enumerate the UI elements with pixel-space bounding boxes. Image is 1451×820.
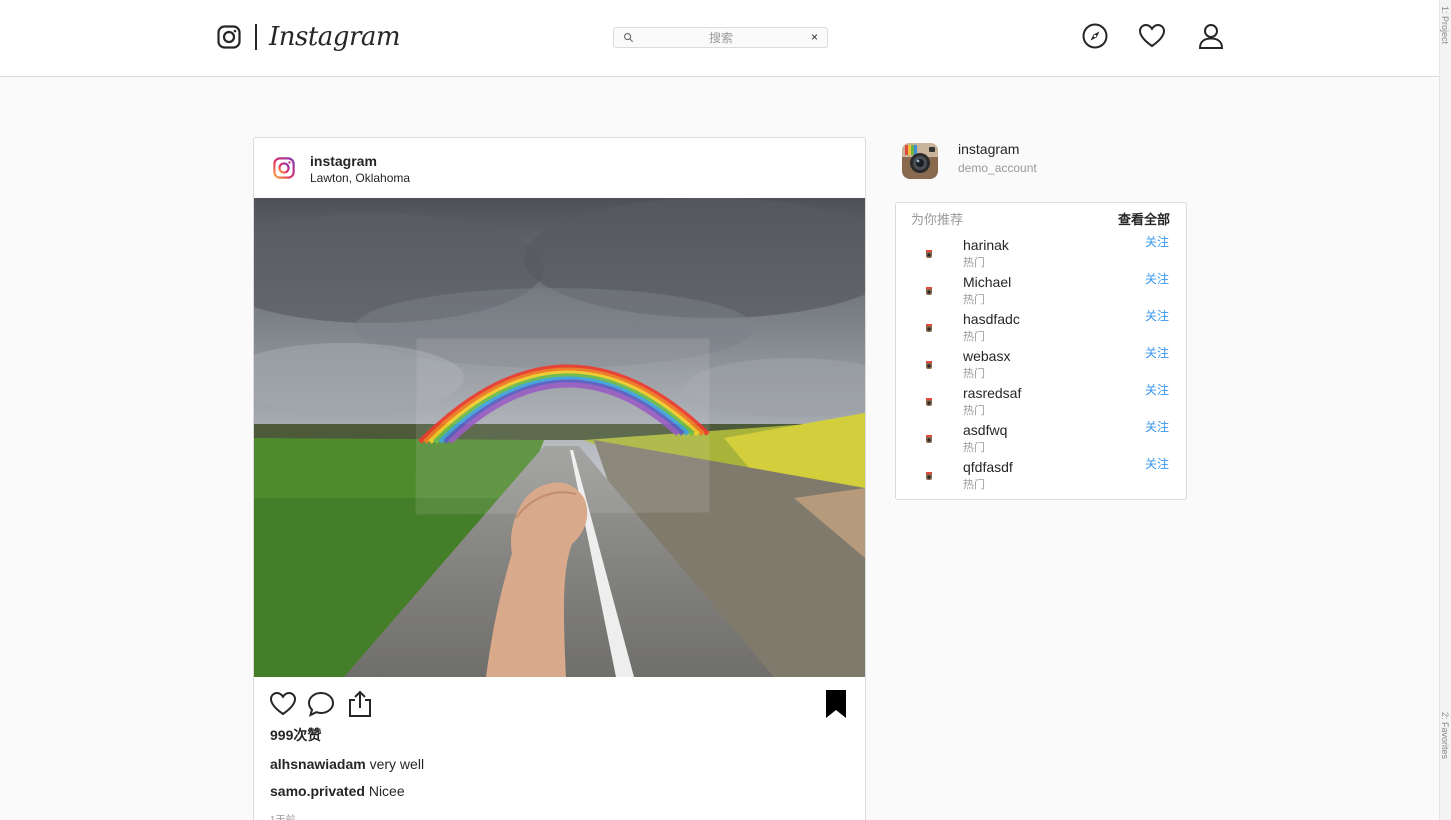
rainbow-road-photo (254, 198, 865, 677)
like-count[interactable]: 999次赞 (270, 725, 321, 745)
suggestion-username[interactable]: asdfwq (963, 422, 1007, 438)
profile-avatar-icon[interactable] (900, 141, 940, 181)
comment-icon[interactable] (307, 690, 335, 718)
suggestion-subtitle: 热门 (963, 479, 985, 491)
post-header: instagram Lawton, Oklahoma (254, 138, 865, 198)
user-icon[interactable] (1197, 22, 1225, 50)
suggestion-avatar-icon[interactable] (922, 247, 936, 261)
suggestion-username[interactable]: webasx (963, 348, 1010, 364)
ide-tab-favorites[interactable]: 2: Favorites (1440, 712, 1450, 759)
follow-button[interactable]: 关注 (1145, 455, 1169, 472)
follow-button[interactable]: 关注 (1145, 381, 1169, 398)
logo-divider (255, 24, 257, 50)
suggestion-subtitle: 热门 (963, 368, 985, 380)
comment-text: very well (369, 756, 425, 772)
follow-button[interactable]: 关注 (1145, 418, 1169, 435)
top-nav-bar: Instagram × (0, 0, 1451, 77)
suggestion-subtitle: 热门 (963, 294, 985, 306)
profile-name[interactable]: instagram (958, 141, 1019, 157)
follow-button[interactable]: 关注 (1145, 344, 1169, 361)
suggestion-avatar-icon[interactable] (922, 469, 936, 483)
follow-button[interactable]: 关注 (1145, 270, 1169, 287)
logo[interactable]: Instagram (217, 22, 401, 52)
search-clear-icon[interactable]: × (811, 30, 818, 45)
post-card: instagram Lawton, Oklahoma 999次赞 alhsnaw… (253, 137, 866, 820)
post-username[interactable]: instagram (310, 153, 377, 169)
suggestion-subtitle: 热门 (963, 257, 985, 269)
suggestion-username[interactable]: Michael (963, 274, 1011, 290)
search-icon (624, 33, 634, 43)
profile-handle: demo_account (958, 161, 1037, 175)
suggestion-row: hasdfadc 热门 关注 (896, 309, 1186, 348)
suggestion-subtitle: 热门 (963, 331, 985, 343)
suggestion-username[interactable]: hasdfadc (963, 311, 1020, 327)
instagram-camera-icon (217, 25, 241, 49)
suggestions-title: 为你推荐 (911, 212, 964, 227)
comment-text: Nicee (368, 783, 405, 799)
search-input[interactable] (636, 29, 806, 46)
suggestion-subtitle: 热门 (963, 405, 985, 417)
suggestion-subtitle: 热门 (963, 442, 985, 454)
heart-icon[interactable] (1138, 22, 1166, 50)
search-box[interactable]: × (613, 27, 828, 48)
suggestion-row: asdfwq 热门 关注 (896, 420, 1186, 459)
suggestion-row: Michael 热门 关注 (896, 272, 1186, 311)
suggestion-username[interactable]: qfdfasdf (963, 459, 1013, 475)
bookmark-icon[interactable] (822, 690, 850, 718)
ide-tab-project[interactable]: 1: Project (1440, 6, 1450, 44)
suggestion-avatar-icon[interactable] (922, 395, 936, 409)
suggestion-avatar-icon[interactable] (922, 321, 936, 335)
comment-username[interactable]: alhsnawiadam (270, 756, 366, 772)
share-icon[interactable] (346, 690, 374, 718)
post-timestamp: 1天前 (270, 811, 296, 820)
post-location[interactable]: Lawton, Oklahoma (310, 171, 410, 185)
see-all-link[interactable]: 查看全部 (1118, 209, 1170, 228)
suggestion-row: webasx 热门 关注 (896, 346, 1186, 385)
suggestion-avatar-icon[interactable] (922, 432, 936, 446)
suggestion-row: qfdfasdf 热门 关注 (896, 457, 1186, 496)
follow-button[interactable]: 关注 (1145, 233, 1169, 250)
suggestion-avatar-icon[interactable] (922, 358, 936, 372)
suggestion-row: rasredsaf 热门 关注 (896, 383, 1186, 422)
suggestion-row: harinak 热门 关注 (896, 235, 1186, 274)
like-heart-icon[interactable] (269, 690, 297, 718)
suggestions-panel: 为你推荐 查看全部 harinak 热门 关注 Michael 热门 关注 ha… (895, 202, 1187, 500)
follow-button[interactable]: 关注 (1145, 307, 1169, 324)
compass-icon[interactable] (1081, 22, 1109, 50)
suggestion-avatar-icon[interactable] (922, 284, 936, 298)
suggestion-username[interactable]: harinak (963, 237, 1009, 253)
ide-side-tabs: 1: Project 2: Favorites (1439, 0, 1451, 820)
comment-item: alhsnawiadam very well (270, 756, 424, 772)
post-avatar-icon[interactable] (273, 157, 295, 179)
suggestion-username[interactable]: rasredsaf (963, 385, 1021, 401)
comment-username[interactable]: samo.privated (270, 783, 365, 799)
comment-item: samo.privated Nicee (270, 783, 405, 799)
post-photo[interactable] (254, 198, 865, 677)
logo-wordmark: Instagram (269, 22, 401, 52)
